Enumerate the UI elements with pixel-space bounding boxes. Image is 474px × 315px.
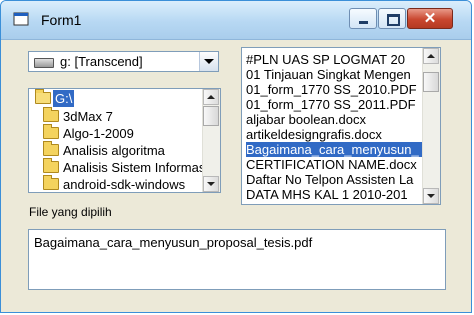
maximize-button[interactable] (378, 8, 406, 29)
file-list-scrollbar[interactable] (422, 48, 440, 204)
selected-file-label: File yang dipilih (29, 205, 112, 219)
open-folder-icon (35, 89, 51, 104)
folder-icon (43, 107, 59, 122)
file-item-selected[interactable]: Bagaimana_cara_menyusun_ (246, 142, 422, 157)
dir-item-label: Analisis algoritma (63, 143, 165, 158)
title-bar[interactable]: Form1 ✕ (1, 1, 471, 40)
drive-icon (34, 58, 54, 68)
folder-icon (43, 124, 59, 139)
dir-item-label: Algo-1-2009 (63, 126, 134, 141)
scroll-up-icon[interactable] (203, 89, 219, 105)
selected-file-value: Bagaimana_cara_menyusun_proposal_tesis.p… (34, 235, 313, 250)
dir-item-label: android-sdk-windows (63, 177, 186, 192)
file-item[interactable]: aljabar boolean.docx (246, 112, 422, 127)
file-item[interactable]: DATA MHS KAL 1 2010-201 (246, 187, 422, 202)
file-item[interactable]: CERTIFICATION NAME.docx (246, 157, 422, 172)
file-item[interactable]: 01_form_1770 SS_2010.PDF (246, 82, 422, 97)
dir-item[interactable]: Algo-1-2009 (29, 124, 201, 142)
dir-item-label: G:\ (53, 90, 75, 107)
folder-icon (43, 158, 59, 173)
selected-file-textbox[interactable]: Bagaimana_cara_menyusun_proposal_tesis.p… (28, 229, 446, 290)
dir-item[interactable]: 3dMax 7 (29, 107, 201, 125)
window-title: Form1 (41, 12, 82, 28)
file-item[interactable]: 01 Tinjauan Singkat Mengen (246, 67, 422, 82)
scroll-up-icon[interactable] (423, 48, 439, 64)
close-button[interactable]: ✕ (407, 8, 453, 29)
app-form-icon (13, 12, 29, 26)
minimize-button[interactable] (349, 8, 377, 29)
dir-item[interactable]: G:\ (29, 89, 201, 107)
folder-icon (43, 141, 59, 156)
chevron-down-icon[interactable] (199, 52, 218, 71)
drive-combo-value: g: [Transcend] (60, 54, 143, 69)
dir-item[interactable]: android-sdk-windows (29, 175, 201, 192)
file-item[interactable]: #PLN UAS SP LOGMAT 20 (246, 52, 422, 67)
form-window: Form1 ✕ g: [Transcend] G:\ 3dMax 7 Algo-… (0, 0, 472, 313)
dir-item-label: 3dMax 7 (63, 109, 113, 124)
dir-item[interactable]: Analisis algoritma (29, 141, 201, 159)
scroll-down-icon[interactable] (203, 176, 219, 192)
dir-item[interactable]: Analisis Sistem Informas (29, 158, 205, 176)
scroll-thumb[interactable] (203, 106, 219, 126)
close-icon: ✕ (423, 10, 437, 27)
scroll-down-icon[interactable] (423, 188, 439, 204)
file-item[interactable]: Daftar No Telpon Assisten La (246, 172, 422, 187)
dir-item-label: Analisis Sistem Informas (63, 160, 206, 175)
directory-list-scrollbar[interactable] (202, 89, 220, 192)
file-item[interactable]: 01_form_1770 SS_2011.PDF (246, 97, 422, 112)
folder-icon (43, 175, 59, 190)
file-list[interactable]: #PLN UAS SP LOGMAT 20 01 Tinjauan Singka… (241, 47, 441, 205)
file-item[interactable]: artikeldesigngrafis.docx (246, 127, 422, 142)
drive-combo[interactable]: g: [Transcend] (28, 51, 219, 72)
scroll-thumb[interactable] (423, 72, 439, 92)
directory-list[interactable]: G:\ 3dMax 7 Algo-1-2009 Analisis algorit… (28, 88, 221, 193)
